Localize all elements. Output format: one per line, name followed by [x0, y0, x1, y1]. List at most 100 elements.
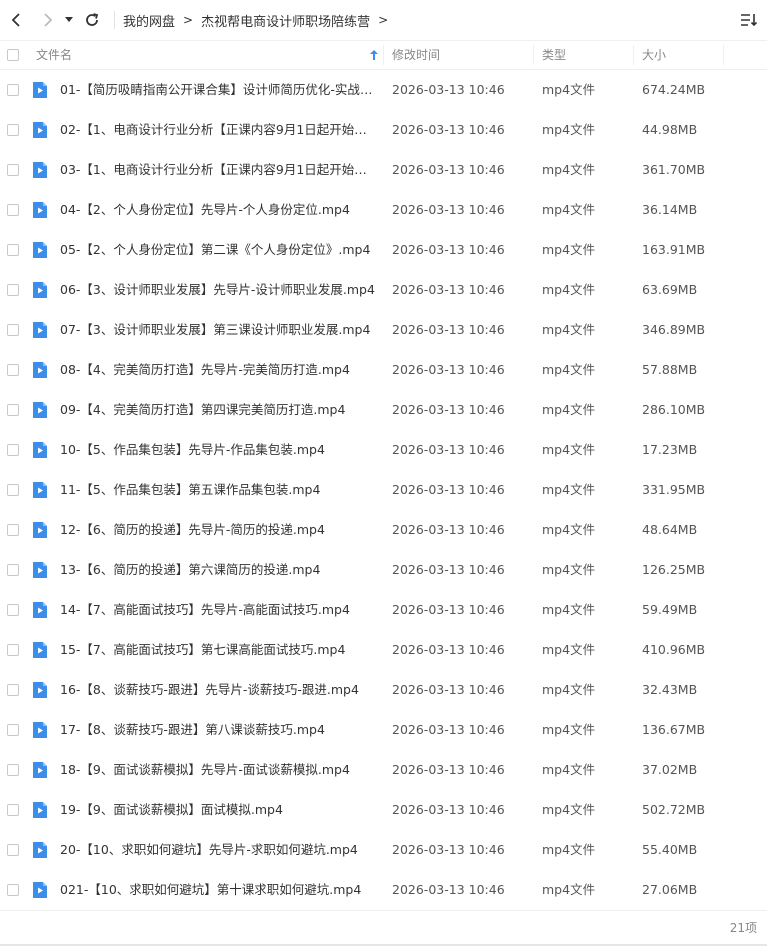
file-row[interactable]: 07-【3、设计师职业发展】第三课设计师职业发展.mp4 2026-03-13 1… [0, 310, 767, 350]
file-modified-time: 2026-03-13 10:46 [392, 762, 505, 777]
sort-menu-button[interactable] [739, 10, 759, 30]
file-name[interactable]: 16-【8、谈薪技巧-跟进】先导片-谈薪技巧-跟进.mp4 [60, 670, 378, 710]
column-divider[interactable] [383, 45, 384, 65]
video-file-icon [33, 602, 47, 618]
file-row[interactable]: 04-【2、个人身份定位】先导片-个人身份定位.mp4 2026-03-13 10… [0, 190, 767, 230]
row-checkbox[interactable] [7, 404, 19, 416]
row-checkbox[interactable] [7, 844, 19, 856]
file-row[interactable]: 20-【10、求职如何避坑】先导片-求职如何避坑.mp4 2026-03-13 1… [0, 830, 767, 870]
file-size: 331.95MB [642, 482, 706, 497]
file-row[interactable]: 021-【10、求职如何避坑】第十课求职如何避坑.mp4 2026-03-13 1… [0, 870, 767, 910]
row-checkbox[interactable] [7, 164, 19, 176]
file-row[interactable]: 09-【4、完美简历打造】第四课完美简历打造.mp4 2026-03-13 10:… [0, 390, 767, 430]
row-checkbox[interactable] [7, 124, 19, 136]
breadcrumb-current[interactable]: 杰视帮电商设计师职场陪练营 [201, 11, 370, 30]
file-row[interactable]: 03-【1、电商设计行业分析【正课内容9月1日起开始更新】第一课.mp4 2026… [0, 150, 767, 190]
row-checkbox[interactable] [7, 84, 19, 96]
breadcrumb-root[interactable]: 我的网盘 [123, 11, 175, 30]
file-row[interactable]: 14-【7、高能面试技巧】先导片-高能面试技巧.mp4 2026-03-13 10… [0, 590, 767, 630]
file-name[interactable]: 03-【1、电商设计行业分析【正课内容9月1日起开始更新】第一课.mp4 [60, 150, 378, 190]
refresh-button[interactable] [80, 8, 104, 32]
row-checkbox[interactable] [7, 564, 19, 576]
row-checkbox[interactable] [7, 324, 19, 336]
back-button[interactable] [4, 8, 28, 32]
file-name[interactable]: 13-【6、简历的投递】第六课简历的投递.mp4 [60, 550, 378, 590]
column-modified-header[interactable]: 修改时间 [392, 41, 532, 69]
file-row[interactable]: 18-【9、面试谈薪模拟】先导片-面试谈薪模拟.mp4 2026-03-13 10… [0, 750, 767, 790]
row-checkbox[interactable] [7, 684, 19, 696]
row-checkbox[interactable] [7, 804, 19, 816]
file-size: 37.02MB [642, 762, 698, 777]
file-name[interactable]: 09-【4、完美简历打造】第四课完美简历打造.mp4 [60, 390, 378, 430]
row-checkbox[interactable] [7, 364, 19, 376]
row-checkbox[interactable] [7, 524, 19, 536]
file-type: mp4文件 [542, 482, 596, 497]
file-row[interactable]: 08-【4、完美简历打造】先导片-完美简历打造.mp4 2026-03-13 10… [0, 350, 767, 390]
row-checkbox[interactable] [7, 764, 19, 776]
column-size-header[interactable]: 大小 [642, 41, 722, 69]
file-name[interactable]: 15-【7、高能面试技巧】第七课高能面试技巧.mp4 [60, 630, 378, 670]
file-name[interactable]: 20-【10、求职如何避坑】先导片-求职如何避坑.mp4 [60, 830, 378, 870]
column-type-header[interactable]: 类型 [542, 41, 632, 69]
file-size: 163.91MB [642, 242, 706, 257]
file-name[interactable]: 12-【6、简历的投递】先导片-简历的投递.mp4 [60, 510, 378, 550]
row-checkbox[interactable] [7, 284, 19, 296]
status-bar: 21项 [0, 910, 767, 946]
file-name[interactable]: 021-【10、求职如何避坑】第十课求职如何避坑.mp4 [60, 870, 378, 910]
file-size: 59.49MB [642, 602, 698, 617]
column-divider[interactable] [723, 45, 724, 65]
file-type: mp4文件 [542, 802, 596, 817]
file-name[interactable]: 10-【5、作品集包装】先导片-作品集包装.mp4 [60, 430, 378, 470]
file-name[interactable]: 07-【3、设计师职业发展】第三课设计师职业发展.mp4 [60, 310, 378, 350]
file-name[interactable]: 11-【5、作品集包装】第五课作品集包装.mp4 [60, 470, 378, 510]
file-row[interactable]: 17-【8、谈薪技巧-跟进】第八课谈薪技巧.mp4 2026-03-13 10:4… [0, 710, 767, 750]
file-row[interactable]: 11-【5、作品集包装】第五课作品集包装.mp4 2026-03-13 10:46… [0, 470, 767, 510]
file-row[interactable]: 10-【5、作品集包装】先导片-作品集包装.mp4 2026-03-13 10:4… [0, 430, 767, 470]
file-row[interactable]: 15-【7、高能面试技巧】第七课高能面试技巧.mp4 2026-03-13 10:… [0, 630, 767, 670]
file-name[interactable]: 05-【2、个人身份定位】第二课《个人身份定位》.mp4 [60, 230, 378, 270]
row-checkbox[interactable] [7, 444, 19, 456]
file-type: mp4文件 [542, 842, 596, 857]
row-checkbox[interactable] [7, 724, 19, 736]
file-name[interactable]: 08-【4、完美简历打造】先导片-完美简历打造.mp4 [60, 350, 378, 390]
file-name[interactable]: 14-【7、高能面试技巧】先导片-高能面试技巧.mp4 [60, 590, 378, 630]
column-header: 文件名 修改时间 类型 大小 [0, 40, 767, 70]
file-row[interactable]: 12-【6、简历的投递】先导片-简历的投递.mp4 2026-03-13 10:4… [0, 510, 767, 550]
file-size: 502.72MB [642, 802, 706, 817]
history-dropdown-button[interactable] [62, 8, 76, 32]
file-row[interactable]: 19-【9、面试谈薪模拟】面试模拟.mp4 2026-03-13 10:46 mp4… [0, 790, 767, 830]
file-name[interactable]: 19-【9、面试谈薪模拟】面试模拟.mp4 [60, 790, 378, 830]
row-checkbox[interactable] [7, 244, 19, 256]
file-name[interactable]: 01-【简历吸睛指南公开课合集】设计师简历优化-实战分享.mp4 [60, 70, 378, 110]
file-name[interactable]: 06-【3、设计师职业发展】先导片-设计师职业发展.mp4 [60, 270, 378, 310]
file-modified-time: 2026-03-13 10:46 [392, 202, 505, 217]
file-name[interactable]: 02-【1、电商设计行业分析【正课内容9月1日起开始更新】先导片.mp4 [60, 110, 378, 150]
file-row[interactable]: 13-【6、简历的投递】第六课简历的投递.mp4 2026-03-13 10:46… [0, 550, 767, 590]
toolbar-divider [114, 11, 115, 29]
file-row[interactable]: 01-【简历吸睛指南公开课合集】设计师简历优化-实战分享.mp4 2026-03-… [0, 70, 767, 110]
video-file-icon [33, 642, 47, 658]
row-checkbox[interactable] [7, 204, 19, 216]
file-row[interactable]: 06-【3、设计师职业发展】先导片-设计师职业发展.mp4 2026-03-13 … [0, 270, 767, 310]
file-type: mp4文件 [542, 562, 596, 577]
file-size: 27.06MB [642, 882, 698, 897]
file-name[interactable]: 18-【9、面试谈薪模拟】先导片-面试谈薪模拟.mp4 [60, 750, 378, 790]
column-divider[interactable] [633, 45, 634, 65]
file-row[interactable]: 16-【8、谈薪技巧-跟进】先导片-谈薪技巧-跟进.mp4 2026-03-13 … [0, 670, 767, 710]
row-checkbox[interactable] [7, 884, 19, 896]
row-checkbox[interactable] [7, 644, 19, 656]
file-size: 57.88MB [642, 362, 698, 377]
sort-list-icon [741, 14, 758, 27]
column-divider[interactable] [533, 45, 534, 65]
row-checkbox[interactable] [7, 604, 19, 616]
video-file-icon [33, 242, 47, 258]
select-all-checkbox[interactable] [7, 49, 19, 61]
file-row[interactable]: 05-【2、个人身份定位】第二课《个人身份定位》.mp4 2026-03-13 1… [0, 230, 767, 270]
file-name[interactable]: 17-【8、谈薪技巧-跟进】第八课谈薪技巧.mp4 [60, 710, 378, 750]
file-name[interactable]: 04-【2、个人身份定位】先导片-个人身份定位.mp4 [60, 190, 378, 230]
file-type: mp4文件 [542, 362, 596, 377]
forward-button[interactable] [36, 8, 60, 32]
row-checkbox[interactable] [7, 484, 19, 496]
file-row[interactable]: 02-【1、电商设计行业分析【正课内容9月1日起开始更新】先导片.mp4 2026… [0, 110, 767, 150]
column-name-header[interactable]: 文件名 [36, 41, 382, 69]
